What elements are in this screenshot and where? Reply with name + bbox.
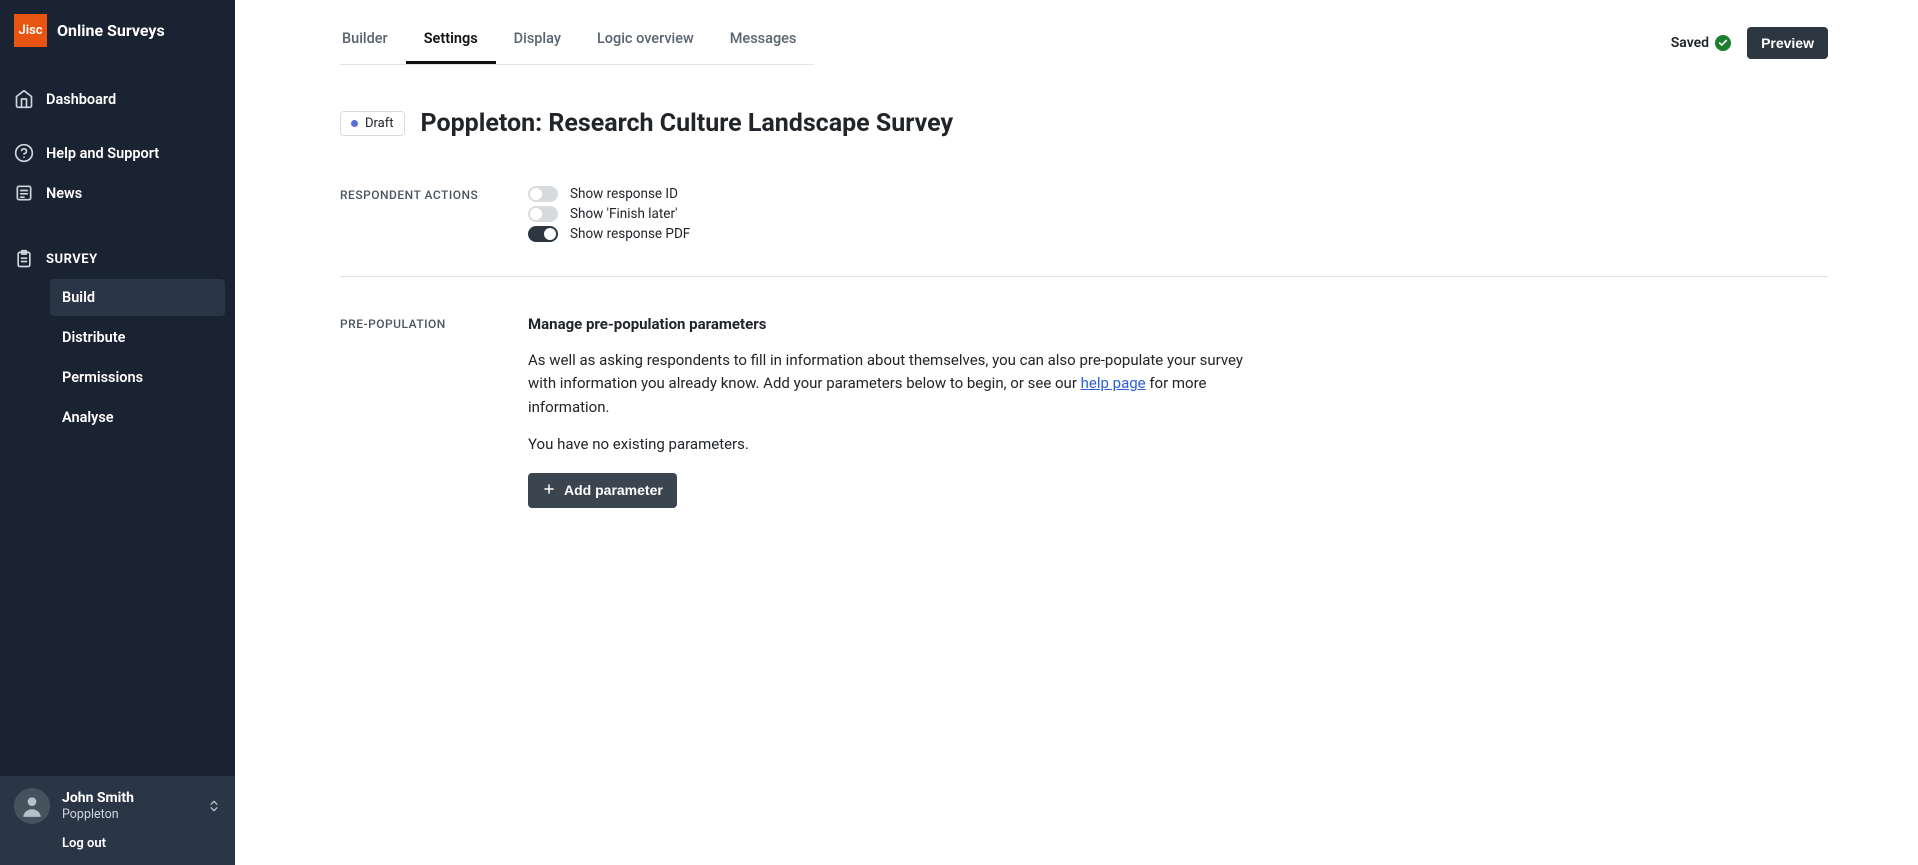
nav-news-label: News [46,185,82,202]
toggle-switch[interactable] [528,206,558,222]
tab-display[interactable]: Display [496,20,579,64]
tab-builder[interactable]: Builder [340,20,406,64]
nav-analyse-label: Analyse [62,409,114,426]
home-icon [14,89,34,109]
add-parameter-label: Add parameter [564,482,663,498]
chevron-up-down-icon [207,798,221,817]
prepop-description: As well as asking respondents to fill in… [528,349,1268,419]
nav-permissions-label: Permissions [62,369,143,386]
prepop-body: Manage pre-population parameters As well… [528,315,1268,508]
user-text: John Smith Poppleton [62,789,134,823]
app-title: Online Surveys [57,21,165,40]
badge-dot-icon [351,120,358,127]
sidebar: Jisc Online Surveys Dashboard Help and S… [0,0,235,865]
jisc-logo: Jisc [14,14,47,47]
respondent-actions-label: RESPONDENT ACTIONS [340,186,528,246]
toggle-row: Show 'Finish later' [528,206,1268,222]
section-prepopulation: PRE-POPULATION Manage pre-population par… [235,277,1918,538]
toggle-row: Show response ID [528,186,1268,202]
nav-help-label: Help and Support [46,145,159,162]
nav-permissions[interactable]: Permissions [50,359,225,396]
tabs: Builder Settings Display Logic overview … [340,20,814,65]
page-title: Poppleton: Research Culture Landscape Su… [421,109,954,138]
tab-messages[interactable]: Messages [712,20,815,64]
nav-help[interactable]: Help and Support [0,133,235,173]
prepop-label: PRE-POPULATION [340,315,528,508]
sidebar-footer: John Smith Poppleton Log out [0,776,235,865]
nav-distribute[interactable]: Distribute [50,319,225,356]
topbar-right: Saved Preview [1671,27,1828,65]
page-header: Draft Poppleton: Research Culture Landsc… [235,65,1918,148]
logout-link[interactable]: Log out [62,836,221,851]
nav-dashboard-label: Dashboard [46,91,116,108]
toggle-label: Show response PDF [570,226,690,242]
user-name: John Smith [62,789,134,807]
check-circle-icon [1715,35,1731,51]
clipboard-icon [14,249,34,269]
prepop-title: Manage pre-population parameters [528,315,1268,333]
nav-analyse[interactable]: Analyse [50,399,225,436]
badge-label: Draft [365,116,394,131]
avatar [14,788,50,824]
respondent-actions-body: Show response ID Show 'Finish later' Show … [528,186,1268,246]
saved-indicator: Saved [1671,35,1731,51]
section-respondent-actions: RESPONDENT ACTIONS Show response IDShow … [235,148,1918,276]
nav-distribute-label: Distribute [62,329,125,346]
nav-dashboard[interactable]: Dashboard [0,79,235,119]
news-icon [14,183,34,203]
nav-build[interactable]: Build [50,279,225,316]
toggle-switch[interactable] [528,226,558,242]
user-row[interactable]: John Smith Poppleton [14,788,221,824]
main: Builder Settings Display Logic overview … [235,0,1918,865]
tab-settings[interactable]: Settings [406,20,496,64]
help-page-link[interactable]: help page [1081,374,1146,392]
saved-label: Saved [1671,35,1709,51]
plus-icon [542,482,556,499]
no-params-text: You have no existing parameters. [528,435,1268,453]
status-badge: Draft [340,111,405,136]
toggle-label: Show response ID [570,186,678,202]
add-parameter-button[interactable]: Add parameter [528,473,677,508]
user-org: Poppleton [62,807,134,823]
nav-survey-label: SURVEY [46,252,98,267]
preview-button[interactable]: Preview [1747,27,1828,59]
topbar: Builder Settings Display Logic overview … [235,0,1918,65]
nav-news[interactable]: News [0,173,235,213]
toggle-switch[interactable] [528,186,558,202]
toggle-row: Show response PDF [528,226,1268,242]
sidebar-header: Jisc Online Surveys [0,0,235,61]
help-circle-icon [14,143,34,163]
nav-build-label: Build [62,289,95,306]
nav-survey-header[interactable]: SURVEY [0,231,235,279]
toggle-label: Show 'Finish later' [570,206,677,222]
tab-logic[interactable]: Logic overview [579,20,712,64]
